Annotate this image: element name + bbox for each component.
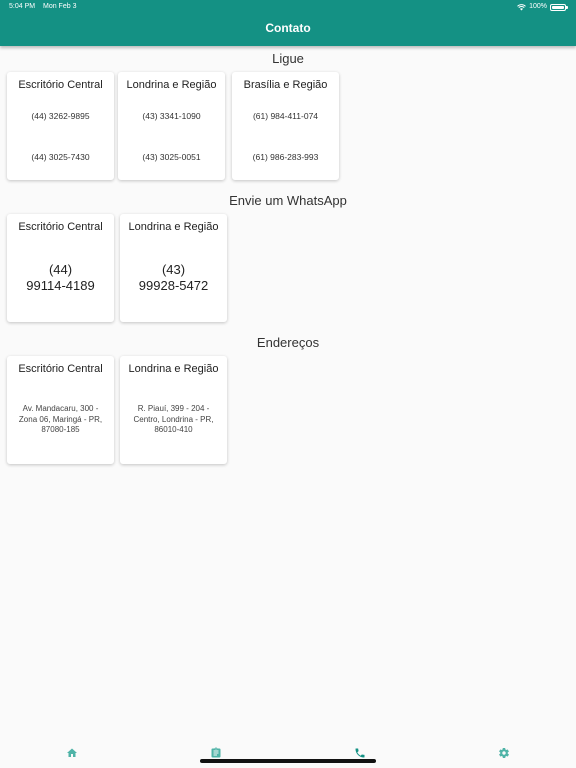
- phone-link[interactable]: (44) 3262-9895: [7, 111, 114, 121]
- phone-link[interactable]: (61) 984-411-074: [232, 111, 339, 121]
- battery-percent: 100%: [529, 3, 547, 10]
- nav-home[interactable]: [65, 746, 79, 760]
- phone-link[interactable]: (61) 986-283-993: [232, 152, 339, 162]
- card-title: Londrina e Região: [126, 79, 217, 91]
- address-line: Centro, Londrina - PR,: [133, 414, 214, 424]
- section-title-call: Ligue: [272, 51, 304, 66]
- status-date: Mon Feb 3: [43, 3, 77, 10]
- home-indicator: [200, 759, 376, 763]
- card-title: Londrina e Região: [128, 363, 219, 375]
- address-line: 86010-410: [154, 425, 193, 434]
- bottom-nav: [0, 738, 576, 768]
- home-icon: [67, 748, 77, 757]
- whatsapp-area-code: (44): [48, 262, 73, 277]
- page-title: Contato: [265, 21, 311, 35]
- card-title: Brasília e Região: [243, 79, 328, 91]
- call-card-londrina: Londrina e Região (43) 3341-1090 (43) 30…: [118, 72, 225, 180]
- phone-icon: [355, 748, 365, 758]
- address-card-londrina[interactable]: Londrina e Região R. Piauí, 399 - 204 - …: [120, 356, 227, 464]
- call-card-brasilia: Brasília e Região (61) 984-411-074 (61) …: [232, 72, 339, 180]
- card-title: Escritório Central: [18, 221, 103, 233]
- phone-link[interactable]: (43) 3025-0051: [118, 152, 225, 162]
- whatsapp-number: 99114-4189: [26, 278, 95, 293]
- whatsapp-card-central[interactable]: Escritório Central (44) 99114-4189: [7, 214, 114, 322]
- section-title-addresses: Endereços: [256, 335, 320, 350]
- address-text: R. Piauí, 399 - 204 - Centro, Londrina -…: [126, 404, 221, 436]
- nav-documents[interactable]: [209, 746, 223, 760]
- address-line: Av. Mandacaru, 300 -: [22, 404, 99, 413]
- battery-icon: [550, 3, 568, 11]
- nav-settings[interactable]: [497, 746, 511, 760]
- card-title: Escritório Central: [18, 79, 103, 91]
- app-header: 5:04 PM Mon Feb 3 100% Contato: [0, 0, 576, 46]
- card-title: Londrina e Região: [128, 221, 219, 233]
- status-right: 100%: [517, 0, 568, 14]
- address-text: Av. Mandacaru, 300 - Zona 06, Maringá - …: [13, 404, 108, 436]
- whatsapp-area-code: (43): [161, 262, 186, 277]
- status-time: 5:04 PM: [9, 3, 36, 10]
- call-card-central: Escritório Central (44) 3262-9895 (44) 3…: [7, 72, 114, 180]
- gear-icon: [499, 748, 509, 758]
- phone-link[interactable]: (43) 3341-1090: [118, 111, 225, 121]
- card-title: Escritório Central: [18, 363, 103, 375]
- address-card-central[interactable]: Escritório Central Av. Mandacaru, 300 - …: [7, 356, 114, 464]
- wifi-icon: [517, 3, 526, 10]
- address-line: 87080-185: [41, 425, 80, 434]
- phone-link[interactable]: (44) 3025-7430: [7, 152, 114, 162]
- section-title-whatsapp: Envie um WhatsApp: [229, 193, 347, 208]
- nav-contact[interactable]: [353, 746, 367, 760]
- clipboard-icon: [211, 747, 221, 758]
- whatsapp-card-londrina[interactable]: Londrina e Região (43) 99928-5472: [120, 214, 227, 322]
- status-bar: 5:04 PM Mon Feb 3 100%: [0, 0, 576, 14]
- whatsapp-number: 99928-5472: [138, 278, 209, 293]
- address-line: Zona 06, Maringá - PR,: [18, 414, 103, 424]
- address-line: R. Piauí, 399 - 204 -: [137, 404, 210, 413]
